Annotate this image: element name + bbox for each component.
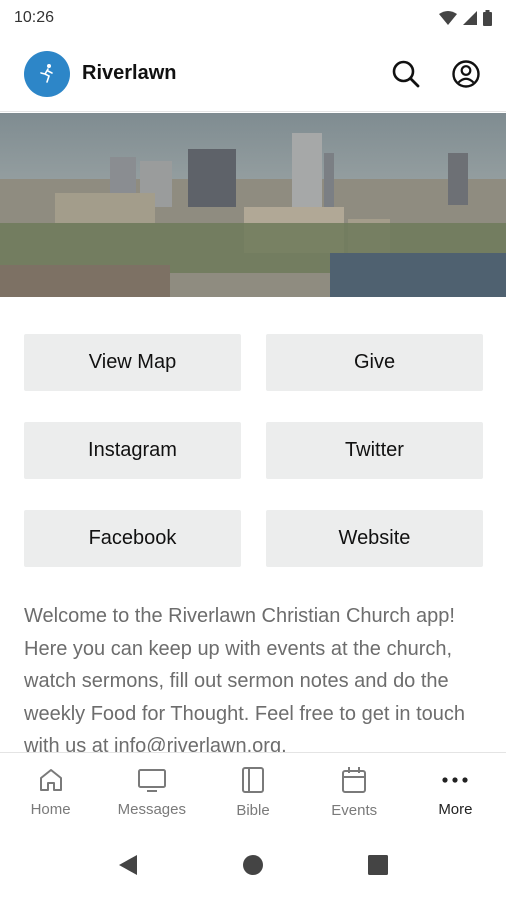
nav-item-messages[interactable]: Messages (101, 753, 202, 831)
nav-label-events: Events (331, 801, 378, 819)
runner-logo-icon (40, 63, 53, 83)
website-button[interactable]: Website (266, 510, 483, 567)
church-logo[interactable] (24, 50, 70, 97)
nav-item-more[interactable]: More (405, 753, 506, 831)
nav-item-bible[interactable]: Bible (202, 753, 303, 831)
nav-label-messages: Messages (117, 800, 186, 818)
status-icons (439, 10, 492, 26)
search-button[interactable] (390, 58, 422, 90)
status-bar: 10:26 (0, 0, 506, 36)
back-icon[interactable] (117, 853, 139, 877)
instagram-button[interactable]: Instagram (24, 422, 241, 479)
monitor-icon (137, 768, 166, 792)
nav-item-events[interactable]: Events (304, 753, 405, 831)
book-icon (242, 766, 264, 793)
welcome-text: Welcome to the Riverlawn Christian Churc… (24, 605, 465, 752)
status-time: 10:26 (14, 9, 55, 26)
city-skyline-illustration (0, 113, 506, 297)
system-navigation-bar (0, 830, 506, 900)
more-icon (442, 776, 469, 783)
recents-square-icon[interactable] (367, 854, 389, 876)
search-icon (392, 60, 420, 87)
nav-label-home: Home (30, 800, 71, 818)
nav-item-home[interactable]: Home (0, 753, 101, 831)
calendar-icon (342, 766, 367, 793)
nav-label-more: More (438, 800, 473, 818)
app-title: Riverlawn (82, 62, 177, 84)
home-icon (39, 768, 62, 791)
account-icon (452, 59, 480, 88)
cell-signal-icon (463, 11, 477, 25)
give-button[interactable]: Give (266, 334, 483, 391)
hero-city-image (0, 113, 506, 297)
twitter-button[interactable]: Twitter (266, 422, 483, 479)
bottom-navigation: Home Messages Bible Events More (0, 752, 506, 831)
nav-label-bible: Bible (236, 801, 270, 819)
wifi-icon (439, 11, 457, 25)
app-actions (390, 58, 482, 90)
account-button[interactable] (450, 58, 482, 90)
view-map-button[interactable]: View Map (24, 334, 241, 391)
home-circle-icon[interactable] (241, 853, 265, 877)
battery-icon (483, 10, 492, 26)
app-bar: Riverlawn (0, 36, 506, 112)
quick-links-grid: View Map Give Instagram Twitter Facebook… (24, 334, 483, 567)
facebook-button[interactable]: Facebook (24, 510, 241, 567)
